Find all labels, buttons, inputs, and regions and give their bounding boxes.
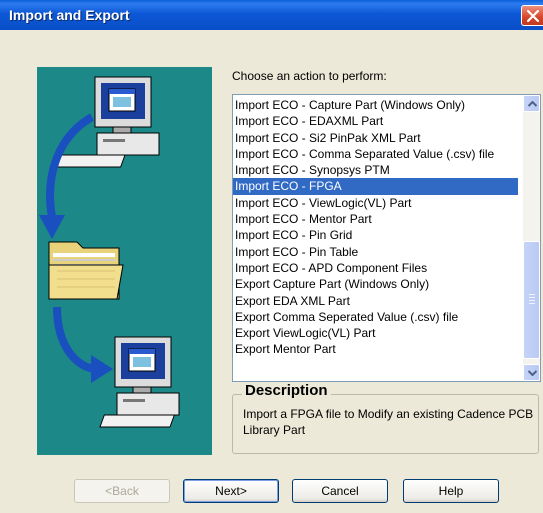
list-item[interactable]: Import ECO - Comma Separated Value (.csv…	[233, 146, 518, 162]
scroll-down-button[interactable]	[523, 364, 540, 381]
next-button[interactable]: Next>	[183, 479, 279, 503]
arrow-right-icon	[53, 306, 96, 373]
folder-icon	[48, 241, 124, 300]
scroll-up-button[interactable]	[523, 95, 540, 112]
list-item[interactable]: Import ECO - ViewLogic(VL) Part	[233, 195, 518, 211]
list-item[interactable]: Export Mentor Part	[233, 341, 518, 357]
list-item[interactable]: Import ECO - Capture Part (Windows Only)	[233, 97, 518, 113]
action-listbox[interactable]: Import ECO - Capture Part (Windows Only)…	[232, 94, 541, 382]
vertical-scrollbar[interactable]	[523, 95, 540, 381]
list-item[interactable]: Import ECO - Pin Table	[233, 244, 518, 260]
cancel-button[interactable]: Cancel	[292, 479, 388, 503]
action-list[interactable]: Import ECO - Capture Part (Windows Only)…	[233, 97, 518, 358]
list-item[interactable]: Import ECO - APD Component Files	[233, 260, 518, 276]
window-title: Import and Export	[9, 7, 130, 23]
list-item[interactable]: Import ECO - Si2 PinPak XML Part	[233, 130, 518, 146]
computer-icon	[49, 76, 160, 168]
close-button[interactable]	[521, 5, 543, 26]
description-title: Description	[242, 382, 331, 399]
description-group: Description Import a FPGA file to Modify…	[232, 380, 541, 454]
title-bar: Import and Export	[0, 0, 543, 30]
action-prompt: Choose an action to perform:	[232, 69, 387, 83]
list-item[interactable]: Import ECO - EDAXML Part	[233, 113, 518, 129]
list-item[interactable]: Import ECO - Mentor Part	[233, 211, 518, 227]
list-item[interactable]: Export Comma Seperated Value (.csv) file	[233, 309, 518, 325]
dialog-body: Choose an action to perform: Import ECO …	[0, 30, 543, 513]
list-item[interactable]: Export Capture Part (Windows Only)	[233, 276, 518, 292]
list-item[interactable]: Export EDA XML Part	[233, 293, 518, 309]
arrow-down-icon	[528, 370, 537, 376]
arrow-up-icon	[528, 101, 537, 107]
scroll-thumb[interactable]	[523, 241, 540, 359]
wizard-illustration	[37, 67, 212, 455]
list-item[interactable]: Import ECO - Pin Grid	[233, 227, 518, 243]
description-text: Import a FPGA file to Modify an existing…	[243, 407, 534, 437]
back-button[interactable]: <Back	[74, 479, 170, 503]
list-item[interactable]: Export ViewLogic(VL) Part	[233, 325, 518, 341]
close-icon	[527, 10, 539, 22]
list-item[interactable]: Import ECO - Synopsys PTM	[233, 162, 518, 178]
help-button[interactable]: Help	[403, 479, 499, 503]
list-item[interactable]: Import ECO - FPGA	[233, 178, 518, 195]
computer-icon	[99, 336, 180, 428]
